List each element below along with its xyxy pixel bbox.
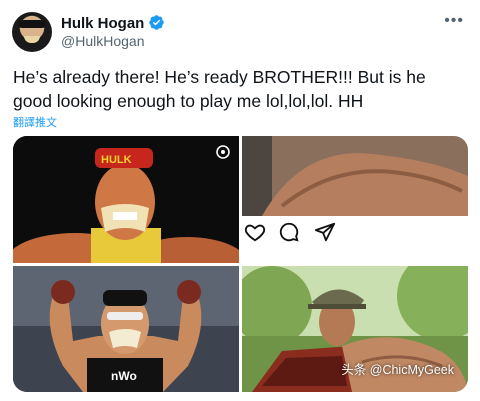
avatar-mustache (24, 36, 40, 43)
heart-icon[interactable] (244, 221, 266, 243)
more-icon[interactable]: ••• (444, 12, 464, 30)
verified-badge-icon (149, 15, 165, 30)
media-grid: HULK nWo 头条 @ChicMyGeek (13, 136, 468, 392)
instagram-actions (242, 221, 468, 251)
comment-icon[interactable] (278, 221, 300, 243)
hogan-nwo-image: nWo (13, 266, 239, 392)
hogan-bandana-image: HULK (13, 136, 239, 263)
watermark: 头条 @ChicMyGeek (341, 363, 454, 377)
flexed-arm-image (242, 136, 468, 216)
tweet-text-line1: He’s already there! He’s ready BROTHER!!… (13, 67, 426, 87)
media-image-1[interactable]: HULK (13, 136, 239, 263)
expand-icon[interactable] (215, 144, 231, 160)
media-image-2[interactable] (242, 136, 468, 263)
author-name[interactable]: Hulk Hogan (61, 15, 144, 32)
author-handle[interactable]: @HulkHogan (61, 33, 144, 49)
author-avatar[interactable] (12, 12, 52, 52)
tweet-text: He’s already there! He’s ready BROTHER!!… (13, 65, 467, 113)
avatar-bandana (18, 20, 46, 28)
author-name-row[interactable]: Hulk Hogan (61, 14, 165, 32)
bandana-text: HULK (101, 154, 132, 166)
media-image-3[interactable]: nWo (13, 266, 239, 392)
translate-link[interactable]: 翻譯推文 (13, 114, 57, 130)
shirt-text: nWo (111, 369, 137, 383)
share-icon[interactable] (314, 221, 336, 243)
tweet-text-line2: good looking enough to play me lol,lol,l… (13, 91, 364, 111)
